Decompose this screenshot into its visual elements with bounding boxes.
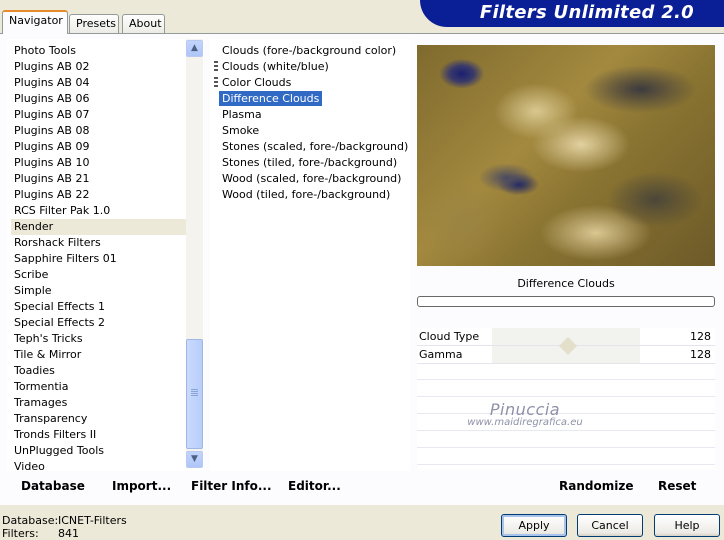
navigator-panel: Photo Tools Plugins AB 02 Plugins AB 04 Plu… (0, 33, 724, 505)
filter-item[interactable]: Clouds (fore-/background color) (219, 43, 409, 59)
filter-label: Clouds (white/blue) (222, 60, 329, 73)
tab-presets[interactable]: Presets (69, 14, 119, 33)
randomize-button[interactable]: Randomize (559, 472, 633, 500)
preview-image (417, 45, 715, 266)
category-item[interactable]: Rorshack Filters (11, 235, 189, 251)
category-item[interactable]: Plugins AB 06 (11, 91, 189, 107)
category-item[interactable]: Tormentia (11, 379, 189, 395)
filter-list-box: Clouds (fore-/background color) Clouds (w… (210, 39, 410, 471)
category-item[interactable]: UnPlugged Tools (11, 443, 189, 459)
param-label: Gamma (419, 348, 463, 361)
filter-label: Wood (scaled, fore-/background) (222, 172, 402, 185)
title-banner: Filters Unlimited 2.0 (420, 0, 724, 27)
filter-item[interactable]: Stones (tiled, fore-/background) (219, 155, 409, 171)
category-item[interactable]: Special Effects 2 (11, 315, 189, 331)
category-item[interactable]: RCS Filter Pak 1.0 (11, 203, 189, 219)
import-button[interactable]: Import... (112, 472, 171, 500)
filter-item[interactable]: Stones (scaled, fore-/background) (219, 139, 409, 155)
database-button[interactable]: Database (21, 472, 85, 500)
scroll-down-button[interactable]: ▼ (186, 451, 203, 468)
filters-key: Filters: (2, 527, 39, 540)
empty-param-row (417, 364, 715, 380)
filter-label: Color Clouds (222, 76, 292, 89)
category-item[interactable]: Plugins AB 04 (11, 75, 189, 91)
empty-param-row (417, 449, 715, 465)
category-item[interactable]: Plugins AB 09 (11, 139, 189, 155)
scroll-thumb[interactable] (186, 339, 203, 449)
category-item[interactable]: Plugins AB 07 (11, 107, 189, 123)
database-value: ICNET-Filters (58, 514, 127, 527)
category-item[interactable]: Plugins AB 02 (11, 59, 189, 75)
filters-count: 841 (58, 527, 79, 540)
category-item[interactable]: Tramages (11, 395, 189, 411)
filter-label: Plasma (222, 108, 262, 121)
database-key: Database: (2, 514, 59, 527)
category-item[interactable]: Plugins AB 08 (11, 123, 189, 139)
help-button[interactable]: Help (654, 514, 720, 537)
category-item[interactable]: Sapphire Filters 01 (11, 251, 189, 267)
category-item[interactable]: Plugins AB 21 (11, 171, 189, 187)
watermark-url: www.maidiregrafica.eu (467, 417, 583, 428)
category-item[interactable]: Simple (11, 283, 189, 299)
param-value: 128 (690, 330, 711, 343)
param-gamma[interactable]: Gamma 128 (417, 346, 715, 364)
category-item[interactable]: Transparency (11, 411, 189, 427)
category-scrollbar[interactable]: ▲ ▼ (186, 39, 203, 468)
tab-about[interactable]: About (122, 14, 165, 33)
category-item[interactable]: Plugins AB 10 (11, 155, 189, 171)
drag-grip-icon (214, 77, 218, 89)
chevron-up-icon: ▲ (191, 43, 198, 53)
param-value: 128 (690, 348, 711, 361)
filter-item[interactable]: Plasma (219, 107, 409, 123)
drag-grip-icon (214, 61, 218, 73)
param-cloud-type[interactable]: Cloud Type 128 (417, 328, 715, 346)
preview-filter-name: Difference Clouds (517, 277, 615, 290)
parameter-area: Cloud Type 128 Gamma 128 (417, 328, 715, 470)
empty-param-row (417, 432, 715, 448)
empty-param-row (417, 381, 715, 397)
filter-label: Stones (tiled, fore-/background) (222, 156, 398, 169)
apply-button[interactable]: Apply (501, 514, 567, 537)
category-item[interactable]: Tile & Mirror (11, 347, 189, 363)
filter-item[interactable]: Wood (tiled, fore-/background) (219, 187, 409, 203)
chevron-down-icon: ▼ (191, 454, 198, 464)
param-label: Cloud Type (419, 330, 480, 343)
category-item[interactable]: Render (11, 219, 189, 235)
scroll-up-button[interactable]: ▲ (186, 40, 203, 57)
category-item[interactable]: Plugins AB 22 (11, 187, 189, 203)
category-list-box: Photo Tools Plugins AB 02 Plugins AB 04 Plu… (7, 39, 204, 473)
category-item[interactable]: Photo Tools (11, 43, 189, 59)
filter-item[interactable]: Wood (scaled, fore-/background) (219, 171, 409, 187)
category-item[interactable]: Tronds Filters II (11, 427, 189, 443)
progress-bar (417, 296, 715, 307)
editor-button[interactable]: Editor... (288, 472, 341, 500)
category-item[interactable]: Special Effects 1 (11, 299, 189, 315)
filter-label: Stones (scaled, fore-/background) (222, 140, 409, 153)
watermark: Pinuccia www.maidiregrafica.eu (460, 400, 590, 428)
filter-label: Smoke (222, 124, 260, 137)
filter-label: Difference Clouds (219, 91, 323, 106)
filter-item[interactable]: Color Clouds (214, 75, 409, 91)
filter-label: Wood (tiled, fore-/background) (222, 188, 391, 201)
filter-item[interactable]: Smoke (219, 123, 409, 139)
category-item[interactable]: Teph's Tricks (11, 331, 189, 347)
filter-item[interactable]: Difference Clouds (219, 91, 409, 107)
database-info: Database:ICNET-Filters Filters: 841 (2, 514, 127, 540)
reset-button[interactable]: Reset (658, 472, 696, 500)
category-item[interactable]: Toadies (11, 363, 189, 379)
category-list[interactable]: Photo Tools Plugins AB 02 Plugins AB 04 Plu… (11, 43, 189, 475)
category-item[interactable]: Scribe (11, 267, 189, 283)
cancel-button[interactable]: Cancel (577, 514, 643, 537)
action-bar: Database Import... Filter Info... Editor… (0, 472, 724, 500)
filter-list[interactable]: Clouds (fore-/background color) Clouds (w… (214, 43, 409, 203)
filter-label: Clouds (fore-/background color) (222, 44, 397, 57)
app-title: Filters Unlimited 2.0 (479, 2, 694, 23)
tab-navigator[interactable]: Navigator (2, 10, 68, 34)
filter-info-button[interactable]: Filter Info... (191, 472, 272, 500)
filter-item[interactable]: Clouds (white/blue) (214, 59, 409, 75)
